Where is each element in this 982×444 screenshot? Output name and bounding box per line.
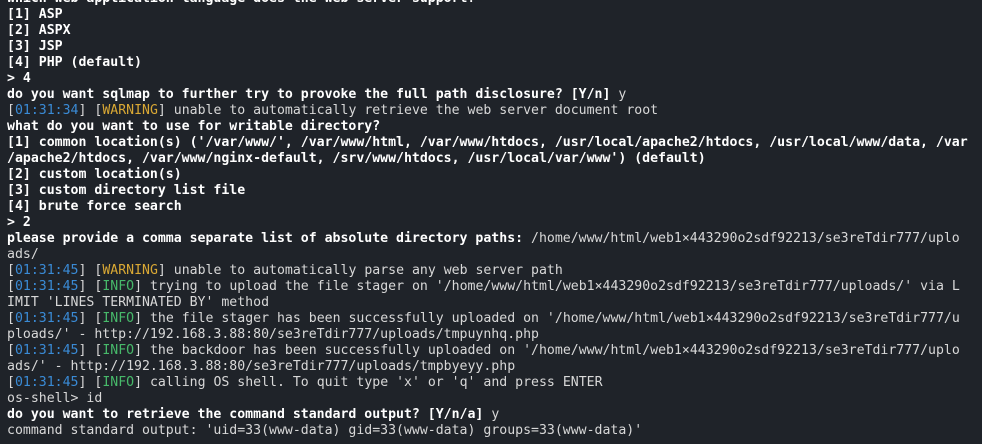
terminal-line: [2] ASPX	[7, 23, 968, 39]
terminal-text: /home/www/html/web1×443290o2sdf92213/se3…	[531, 231, 960, 246]
terminal-window[interactable]: which web application language does the …	[0, 0, 982, 444]
prompt-text: do you want to retrieve the command stan…	[7, 407, 492, 422]
log-timestamp: 01:31:45	[14, 311, 79, 326]
log-level-info: INFO	[102, 375, 135, 390]
terminal-text: command standard output: 'uid=33(www-dat…	[7, 423, 643, 438]
terminal-line: [4] brute force search	[7, 199, 968, 215]
terminal-output: which web application language does the …	[7, 0, 968, 439]
terminal-line: ploads/' - http://192.168.3.88:80/se3reT…	[7, 327, 968, 343]
prompt-text: [1] common location(s) ('/var/www/', /va…	[7, 135, 968, 150]
prompt-text: which web application language does the …	[7, 0, 475, 6]
terminal-text: y	[491, 407, 500, 422]
log-level-info: INFO	[102, 343, 135, 358]
terminal-text: ] unable to automatically retrieve the w…	[157, 103, 659, 118]
prompt-text: do you want sqlmap to further try to pro…	[7, 87, 619, 102]
terminal-line: /apache2/htdocs, /var/www/nginx-default,…	[7, 151, 968, 167]
terminal-line: [3] custom directory list file	[7, 183, 968, 199]
log-level-info: INFO	[102, 279, 135, 294]
terminal-text: ] [	[78, 343, 103, 358]
terminal-line: > 2	[7, 215, 968, 231]
terminal-text: [	[7, 279, 15, 294]
terminal-line: please provide a comma separate list of …	[7, 231, 968, 247]
log-timestamp: 01:31:45	[14, 279, 79, 294]
terminal-line: [3] JSP	[7, 39, 968, 55]
prompt-text: > 2	[7, 215, 31, 230]
prompt-text: [2] custom location(s)	[7, 167, 182, 182]
terminal-line: os-shell> id	[7, 391, 968, 407]
terminal-text: ] trying to upload the file stager on '/…	[134, 279, 960, 294]
prompt-text: [4] brute force search	[7, 199, 182, 214]
terminal-line: [1] ASP	[7, 7, 968, 23]
terminal-line: [01:31:34] [WARNING] unable to automatic…	[7, 103, 968, 119]
terminal-text: ] [	[78, 103, 103, 118]
terminal-line: [2] custom location(s)	[7, 167, 968, 183]
terminal-text: [	[7, 343, 15, 358]
log-timestamp: 01:31:45	[14, 343, 79, 358]
log-timestamp: 01:31:34	[14, 103, 79, 118]
terminal-text: [	[7, 103, 15, 118]
terminal-text: ] [	[78, 311, 103, 326]
terminal-line: IMIT 'LINES TERMINATED BY' method	[7, 295, 968, 311]
log-level-warning: WARNING	[102, 263, 158, 278]
terminal-text: ] [	[78, 263, 103, 278]
prompt-text: please provide a comma separate list of …	[7, 231, 532, 246]
terminal-text: os-shell> id	[7, 391, 103, 406]
terminal-line: command standard output: 'uid=33(www-dat…	[7, 423, 968, 439]
terminal-text: [	[7, 263, 15, 278]
terminal-text: ] the backdoor has been successfully upl…	[134, 343, 960, 358]
terminal-line: which web application language does the …	[7, 0, 968, 7]
prompt-text: [3] custom directory list file	[7, 183, 246, 198]
prompt-text: /apache2/htdocs, /var/www/nginx-default,…	[7, 151, 706, 166]
terminal-line: do you want to retrieve the command stan…	[7, 407, 968, 423]
prompt-text: [2] ASPX	[7, 23, 71, 38]
prompt-text: [1] ASP	[7, 7, 63, 22]
terminal-line: [01:31:45] [WARNING] unable to automatic…	[7, 263, 968, 279]
terminal-line: what do you want to use for writable dir…	[7, 119, 968, 135]
log-timestamp: 01:31:45	[14, 263, 79, 278]
terminal-text: [	[7, 375, 15, 390]
terminal-text: ] calling OS shell. To quit type 'x' or …	[134, 375, 603, 390]
terminal-line: ads/' - http://192.168.3.88:80/se3reTdir…	[7, 359, 968, 375]
terminal-line: ads/	[7, 247, 968, 263]
terminal-text: ploads/' - http://192.168.3.88:80/se3reT…	[7, 327, 539, 342]
log-timestamp: 01:31:45	[14, 375, 79, 390]
terminal-text: ads/' - http://192.168.3.88:80/se3reTdir…	[7, 359, 516, 374]
terminal-line: [4] PHP (default)	[7, 55, 968, 71]
terminal-line: [01:31:45] [INFO] trying to upload the f…	[7, 279, 968, 295]
terminal-line: [01:31:45] [INFO] the file stager has be…	[7, 311, 968, 327]
prompt-text: > 4	[7, 71, 31, 86]
terminal-text: ] the file stager has been successfully …	[134, 311, 960, 326]
terminal-line: [01:31:45] [INFO] the backdoor has been …	[7, 343, 968, 359]
prompt-text: [4] PHP (default)	[7, 55, 142, 70]
log-level-warning: WARNING	[102, 103, 158, 118]
terminal-text: ] [	[78, 375, 103, 390]
terminal-line: [01:31:45] [INFO] calling OS shell. To q…	[7, 375, 968, 391]
terminal-text: ads/	[7, 247, 39, 262]
terminal-text: [	[7, 311, 15, 326]
prompt-text: [3] JSP	[7, 39, 63, 54]
terminal-text: y	[618, 87, 627, 102]
terminal-line: do you want sqlmap to further try to pro…	[7, 87, 968, 103]
terminal-text: ] unable to automatically parse any web …	[157, 263, 563, 278]
terminal-line: > 4	[7, 71, 968, 87]
log-level-info: INFO	[102, 311, 135, 326]
terminal-text: ] [	[78, 279, 103, 294]
prompt-text: what do you want to use for writable dir…	[7, 119, 381, 134]
terminal-line: [1] common location(s) ('/var/www/', /va…	[7, 135, 968, 151]
terminal-text: IMIT 'LINES TERMINATED BY' method	[7, 295, 270, 310]
